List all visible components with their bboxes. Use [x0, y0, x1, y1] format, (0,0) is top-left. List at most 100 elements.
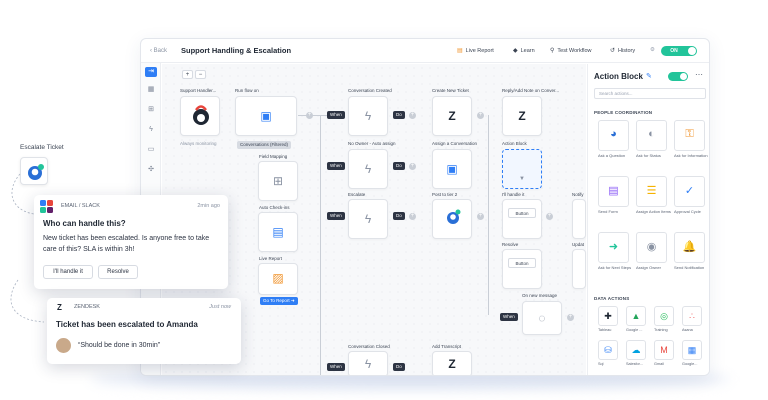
- tableau-icon[interactable]: ✚: [598, 306, 618, 326]
- people-coordination-heading: PEOPLE COORDINATION: [594, 110, 653, 115]
- lightning-icon[interactable]: ϟ: [145, 125, 157, 135]
- lightning-icon: ϟ: [364, 109, 372, 123]
- create-new-ticket-node[interactable]: Z: [432, 96, 472, 136]
- zendesk-icon: Z: [448, 109, 456, 123]
- action-tile-label: Ask for Status: [636, 153, 661, 158]
- action-tile-send-form[interactable]: ▤: [598, 176, 629, 207]
- gmail-icon[interactable]: M: [654, 340, 674, 360]
- auto-check-ins-node[interactable]: ▤: [258, 212, 298, 252]
- add-step-plus-icon[interactable]: +: [409, 112, 416, 119]
- when-tag: When: [327, 212, 345, 220]
- calendar-icon[interactable]: ▦: [682, 340, 702, 360]
- search-actions-input[interactable]: Search actions...: [594, 88, 706, 99]
- add-transcript-node[interactable]: Z: [432, 351, 472, 375]
- edit-pencil-icon[interactable]: ✎: [646, 72, 652, 80]
- action-tile-assign-owner[interactable]: ◉: [636, 232, 667, 263]
- assign-conversation-label: Assign a Conversation: [432, 141, 478, 146]
- learn-button[interactable]: ◆ Learn: [513, 47, 535, 55]
- database-icon[interactable]: ▦: [145, 85, 157, 95]
- zoom-in-button[interactable]: +: [182, 70, 193, 79]
- panel-toggle[interactable]: [668, 72, 688, 81]
- card-title: Ticket has been escalated to Amanda: [56, 320, 198, 329]
- slack-notification-card: EMAIL / SLACK 2min ago Who can handle th…: [34, 195, 228, 289]
- conversation-created-node[interactable]: ϟ: [348, 96, 388, 136]
- auto-check-ins-label: Auto Check-ins: [259, 205, 290, 210]
- document-icon[interactable]: ▭: [145, 145, 157, 155]
- go-to-report-button[interactable]: Go To Report ➜: [260, 297, 298, 305]
- action-tile-label: Assign Action Items: [636, 209, 671, 214]
- ill-handle-it-button[interactable]: I'll handle it: [43, 265, 93, 279]
- on-new-message-node[interactable]: ◌: [522, 301, 562, 335]
- action-tile-ask-for-status[interactable]: ◐: [636, 120, 667, 151]
- more-options-icon[interactable]: ⋯: [695, 70, 703, 79]
- reply-add-note-node[interactable]: Z: [502, 96, 542, 136]
- action-tile-approval-cycle[interactable]: ✓: [674, 176, 705, 207]
- bell-icon: 🔔: [682, 241, 697, 253]
- add-step-plus-icon[interactable]: +: [546, 213, 553, 220]
- update-node[interactable]: [572, 249, 586, 289]
- action-tile-ask-a-question[interactable]: ◕: [598, 120, 629, 151]
- add-step-plus-icon[interactable]: +: [306, 112, 313, 119]
- conversation-closed-label: Conversation Closed: [348, 344, 390, 349]
- spotify-icon[interactable]: ◎: [654, 306, 674, 326]
- ill-handle-it-node[interactable]: Button: [502, 199, 542, 239]
- when-tag: When: [327, 162, 345, 170]
- field-mapping-label: Field Mapping: [259, 154, 288, 159]
- sql-icon[interactable]: ⛁: [598, 340, 618, 360]
- add-step-plus-icon[interactable]: +: [409, 213, 416, 220]
- chat-icon: ◌: [538, 311, 546, 325]
- post-to-tier2-node[interactable]: [432, 199, 472, 239]
- back-button[interactable]: ‹ Back: [150, 48, 167, 54]
- conversation-closed-node[interactable]: ϟ: [348, 351, 388, 375]
- data-action-label: Salesfor...: [626, 362, 643, 366]
- conversations-filtered-badge[interactable]: Conversations (Filtered): [237, 141, 292, 149]
- action-tile-send-notification[interactable]: 🔔: [674, 232, 705, 263]
- conversation-created-label: Conversation Created: [348, 88, 392, 93]
- notify-label: Notify: [572, 192, 584, 197]
- no-owner-node[interactable]: ϟ: [348, 149, 388, 189]
- add-step-plus-icon[interactable]: +: [409, 163, 416, 170]
- asana-icon[interactable]: ∴: [682, 306, 702, 326]
- add-step-plus-icon[interactable]: +: [477, 112, 484, 119]
- field-mapping-node[interactable]: ⊞: [258, 161, 298, 201]
- action-tile-ask-for-information[interactable]: ⚿: [674, 120, 705, 151]
- card-title: Who can handle this?: [43, 219, 126, 228]
- live-report-node[interactable]: ▨: [258, 263, 298, 295]
- workflow-on-toggle[interactable]: ON: [661, 46, 697, 56]
- live-report-label: Live Report: [465, 47, 494, 54]
- escalate-node[interactable]: ϟ: [348, 199, 388, 239]
- escalate-label: Escalate: [348, 192, 366, 197]
- connector-vertical: [320, 115, 321, 375]
- action-block-panel: Action Block ✎ ⋯ Search actions... PEOPL…: [587, 64, 709, 375]
- assign-conversation-node[interactable]: ▣: [432, 149, 472, 189]
- history-button[interactable]: ↺ History: [610, 47, 635, 55]
- add-step-plus-icon[interactable]: +: [567, 314, 574, 321]
- support-handler-node[interactable]: [180, 96, 220, 136]
- zendesk-icon: Z: [57, 303, 62, 312]
- run-flow-node[interactable]: ▣: [235, 96, 297, 136]
- button-chip[interactable]: Button: [508, 258, 536, 268]
- avatar: [56, 338, 71, 353]
- live-report-button[interactable]: ▤ Live Report: [457, 47, 494, 55]
- button-chip[interactable]: Button: [508, 208, 536, 218]
- do-tag: Do: [393, 212, 405, 220]
- salesforce-icon[interactable]: ☁: [626, 340, 646, 360]
- card-time: 2min ago: [197, 203, 220, 209]
- google-drive-icon[interactable]: ▲: [626, 306, 646, 326]
- status-icon: ◐: [648, 128, 655, 140]
- expand-arrow-icon[interactable]: ⇥: [145, 67, 157, 77]
- resolve-node[interactable]: Button: [502, 249, 542, 289]
- test-workflow-button[interactable]: ⚲ Test Workflow: [550, 47, 592, 55]
- puzzle-icon[interactable]: ✣: [145, 165, 157, 175]
- no-owner-label: No Owner - Auto assign: [348, 141, 396, 146]
- grid-icon[interactable]: ⊞: [145, 105, 157, 115]
- add-step-plus-icon[interactable]: +: [477, 213, 484, 220]
- action-tile-ask-for-next-steps[interactable]: ➜: [598, 232, 629, 263]
- action-tile-assign-action-items[interactable]: ☰: [636, 176, 667, 207]
- notify-node[interactable]: [572, 199, 586, 239]
- resolve-button[interactable]: Resolve: [98, 265, 138, 279]
- settings-gear-icon[interactable]: ⚙: [650, 47, 655, 53]
- toggle-label: ON: [670, 48, 678, 54]
- zoom-out-button[interactable]: −: [195, 70, 206, 79]
- action-block-drop-zone[interactable]: ▼: [502, 149, 542, 189]
